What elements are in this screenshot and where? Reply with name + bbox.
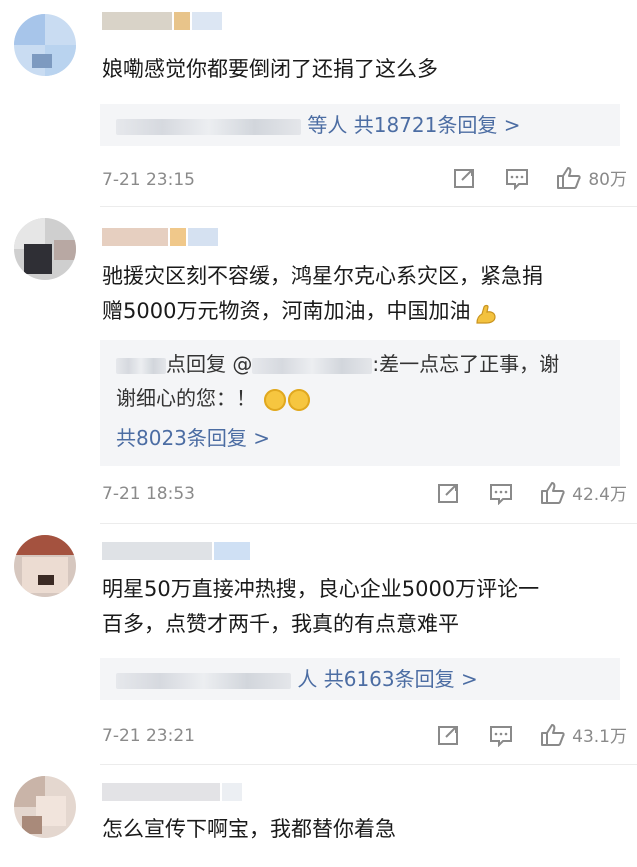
like-button[interactable]: 42.4万	[540, 480, 627, 505]
timestamp: 7-21 18:53	[102, 484, 195, 504]
reply-text: :差一点忘了正事，谢	[372, 352, 560, 376]
timestamp: 7-21 23:15	[102, 170, 195, 190]
like-button[interactable]: 80万	[556, 165, 627, 190]
smile-emoji	[288, 388, 311, 411]
share-icon[interactable]	[452, 166, 478, 190]
blurred-mention	[252, 357, 373, 374]
comment-text: 驰援灾区刻不容缓，鸿星尔克心系灾区，紧急捐 赠5000万元物资，河南加油，中国加…	[102, 259, 622, 329]
reply-count-link[interactable]: 共8023条回复 >	[116, 422, 270, 454]
reply-box[interactable]: 点回复 @ :差一点忘了正事，谢 谢细心的您：！ 共8023条回复 >	[100, 340, 620, 466]
username[interactable]	[102, 540, 250, 562]
reply-text-line2: 谢细心的您：！	[116, 386, 256, 410]
reply-summary-link[interactable]: 等人 共18721条回复 >	[307, 113, 520, 137]
comment-text: 娘嘞感觉你都要倒闭了还捐了这么多	[102, 57, 438, 81]
comment-icon[interactable]	[488, 481, 514, 505]
like-button[interactable]: 43.1万	[540, 722, 627, 747]
comment-text-line1: 驰援灾区刻不容缓，鸿星尔克心系灾区，紧急捐	[102, 264, 543, 288]
comment-text: 明星50万直接冲热搜，良心企业5000万评论一 百多，点赞才两千，我真的有点意难…	[102, 572, 622, 642]
avatar[interactable]	[14, 535, 76, 597]
smile-emoji	[264, 388, 287, 411]
like-icon	[556, 166, 582, 190]
like-icon	[540, 481, 566, 505]
like-count: 80万	[588, 170, 627, 190]
share-icon[interactable]	[436, 481, 462, 505]
comment-icon[interactable]	[504, 166, 530, 190]
timestamp: 7-21 23:21	[102, 726, 195, 746]
reply-summary[interactable]: 人 共6163条回复 >	[100, 658, 620, 700]
username[interactable]	[102, 226, 218, 248]
like-count: 42.4万	[572, 485, 627, 505]
avatar[interactable]	[14, 14, 76, 76]
strong-arm-emoji	[474, 301, 498, 324]
comment-text-line2: 赠5000万元物资，河南加油，中国加油	[102, 299, 471, 323]
reply-summary[interactable]: 等人 共18721条回复 >	[100, 104, 620, 146]
avatar[interactable]	[14, 776, 76, 838]
blurred-username	[116, 357, 166, 374]
like-icon	[540, 723, 566, 747]
reply-summary-link[interactable]: 人 共6163条回复 >	[297, 667, 477, 691]
blurred-usernames	[116, 118, 301, 135]
username[interactable]	[102, 781, 242, 803]
comment-text: 怎么宣传下啊宝，我都替你着急	[102, 817, 396, 841]
blurred-usernames	[116, 672, 291, 689]
username[interactable]	[102, 10, 222, 32]
divider	[100, 523, 637, 524]
divider	[100, 206, 637, 207]
comment-icon[interactable]	[488, 723, 514, 747]
reply-prefix: 点回复 @	[166, 352, 253, 376]
avatar[interactable]	[14, 218, 76, 280]
like-count: 43.1万	[572, 727, 627, 747]
share-icon[interactable]	[436, 723, 462, 747]
divider	[100, 764, 637, 765]
comment-text-line2: 百多，点赞才两千，我真的有点意难平	[102, 612, 459, 636]
comment-text-line1: 明星50万直接冲热搜，良心企业5000万评论一	[102, 577, 540, 601]
